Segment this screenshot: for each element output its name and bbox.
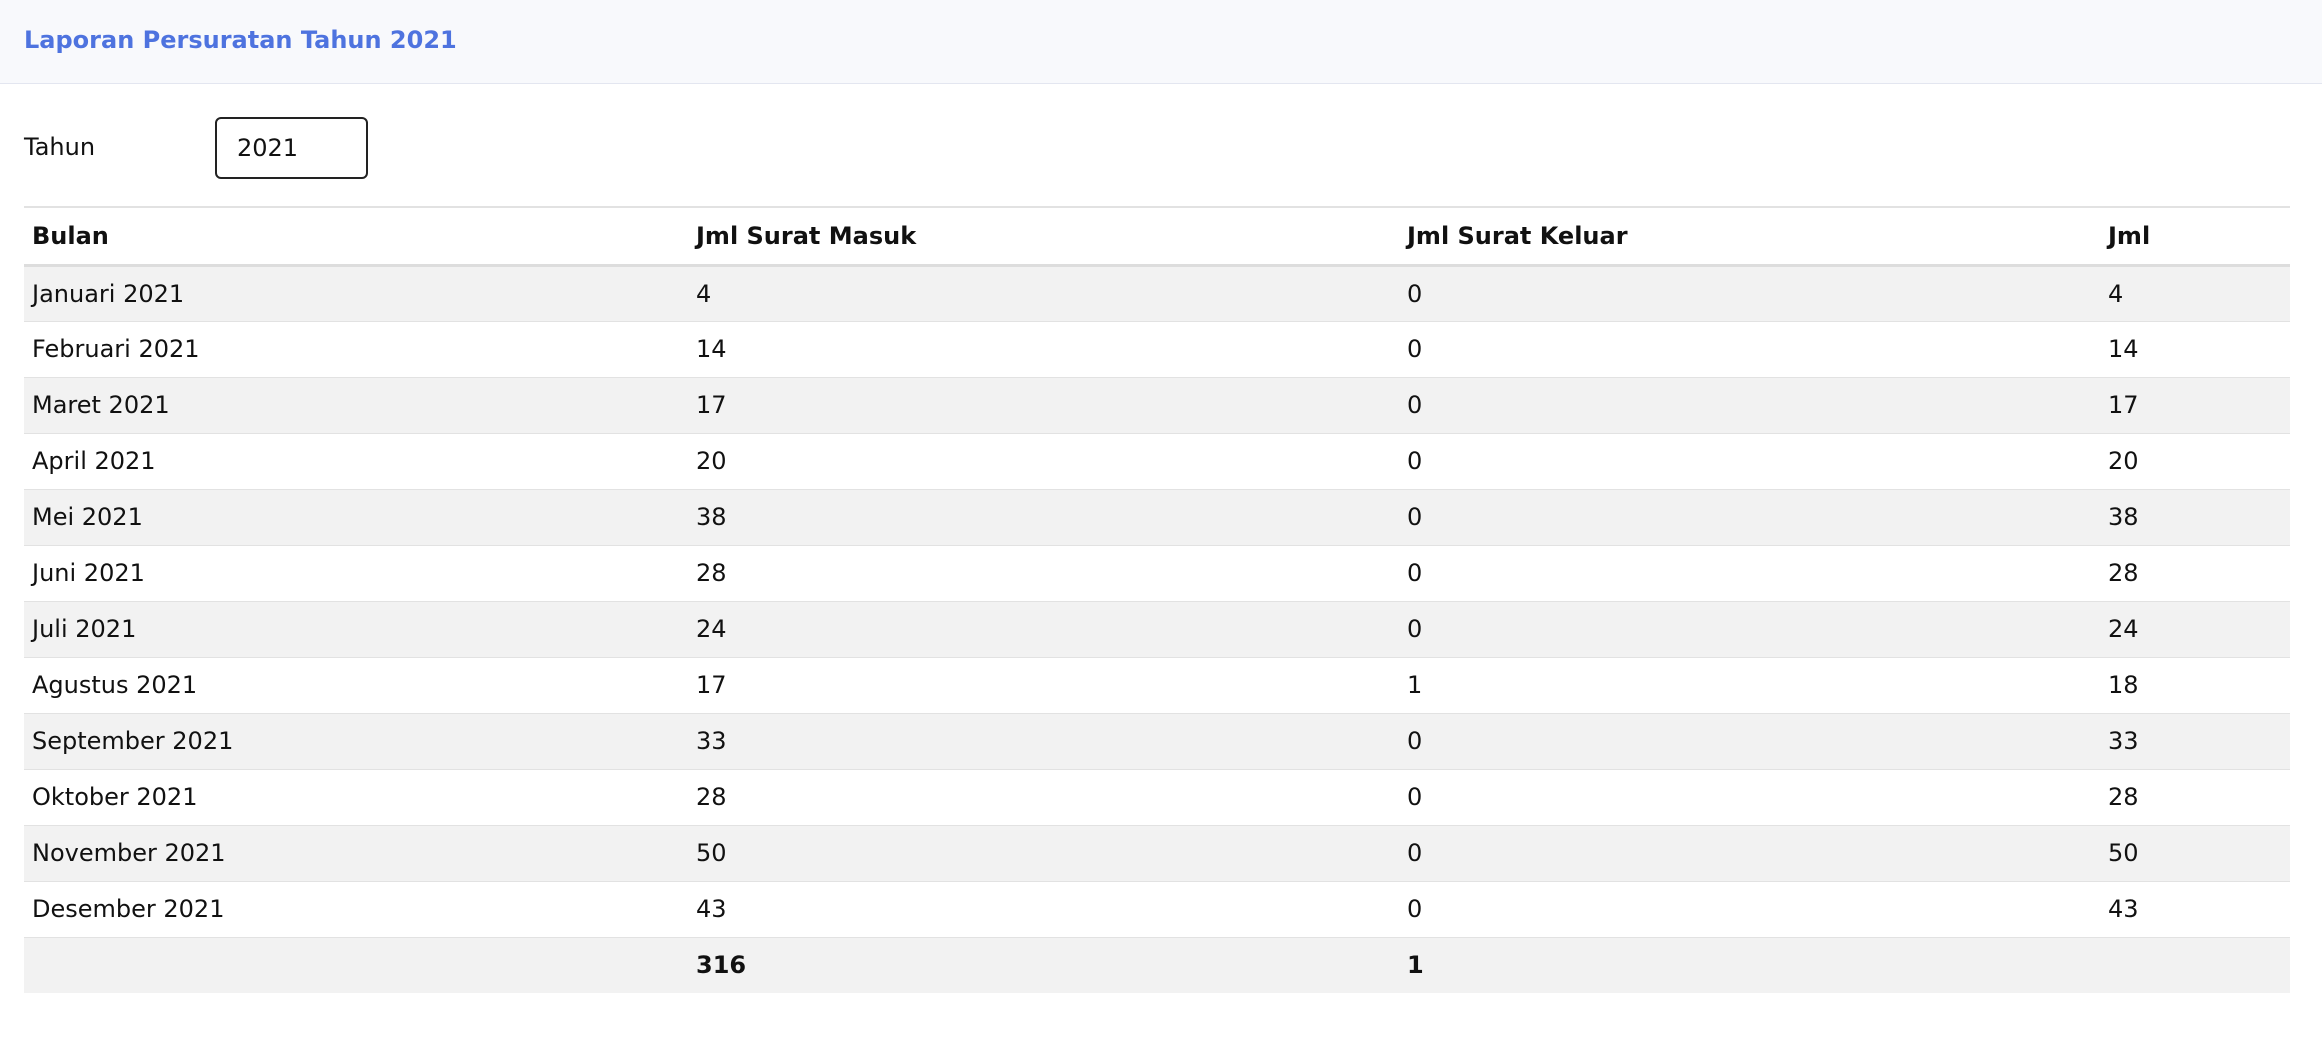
cell-total: 14: [2100, 320, 2290, 377]
cell-month: April 2021: [24, 432, 688, 489]
cell-incoming: 28: [688, 544, 1399, 601]
column-header-bulan: Bulan: [24, 206, 688, 267]
cell-outgoing: 0: [1399, 488, 2100, 545]
cell-outgoing: 0: [1399, 376, 2100, 433]
cell-outgoing: 0: [1399, 320, 2100, 377]
page-title: Laporan Persuratan Tahun 2021: [24, 26, 457, 54]
cell-incoming: 17: [688, 656, 1399, 713]
table-body: Januari 2021 4 0 4 Februari 2021 14 0 14…: [24, 264, 2290, 937]
cell-month: Maret 2021: [24, 376, 688, 433]
cell-total: 43: [2100, 880, 2290, 937]
cell-total: 50: [2100, 824, 2290, 881]
cell-outgoing: 0: [1399, 544, 2100, 601]
table-row: Juli 2021 24 0 24: [24, 600, 2290, 657]
totals-row: 316 1: [24, 936, 2290, 993]
table-row: Januari 2021 4 0 4: [24, 264, 2290, 321]
cell-outgoing: 0: [1399, 880, 2100, 937]
cell-month: Agustus 2021: [24, 656, 688, 713]
column-header-surat-keluar: Jml Surat Keluar: [1399, 206, 2100, 267]
cell-outgoing: 0: [1399, 768, 2100, 825]
cell-total: 38: [2100, 488, 2290, 545]
cell-month: Mei 2021: [24, 488, 688, 545]
table-row: Agustus 2021 17 1 18: [24, 656, 2290, 713]
cell-outgoing: 0: [1399, 432, 2100, 489]
cell-total: 17: [2100, 376, 2290, 433]
cell-month: Oktober 2021: [24, 768, 688, 825]
total-jml: [2100, 936, 2290, 993]
cell-incoming: 17: [688, 376, 1399, 433]
total-label-cell: [24, 936, 688, 993]
table-header: Bulan Jml Surat Masuk Jml Surat Keluar J…: [24, 206, 2290, 267]
table-row: Desember 2021 43 0 43: [24, 880, 2290, 937]
table-row: Oktober 2021 28 0 28: [24, 768, 2290, 825]
column-header-surat-masuk: Jml Surat Masuk: [688, 206, 1399, 267]
table-row: Juni 2021 28 0 28: [24, 544, 2290, 601]
cell-total: 20: [2100, 432, 2290, 489]
total-outgoing: 1: [1399, 936, 2100, 993]
cell-incoming: 14: [688, 320, 1399, 377]
table-row: Maret 2021 17 0 17: [24, 376, 2290, 433]
year-input[interactable]: [215, 117, 368, 179]
cell-month: Juni 2021: [24, 544, 688, 601]
year-label: Tahun: [24, 133, 96, 161]
table-row: Mei 2021 38 0 38: [24, 488, 2290, 545]
cell-month: Juli 2021: [24, 600, 688, 657]
cell-total: 24: [2100, 600, 2290, 657]
table-row: November 2021 50 0 50: [24, 824, 2290, 881]
cell-incoming: 20: [688, 432, 1399, 489]
cell-outgoing: 0: [1399, 600, 2100, 657]
table-row: Februari 2021 14 0 14: [24, 320, 2290, 377]
cell-incoming: 38: [688, 488, 1399, 545]
cell-incoming: 4: [688, 264, 1399, 321]
cell-month: Desember 2021: [24, 880, 688, 937]
cell-outgoing: 1: [1399, 656, 2100, 713]
table-footer: 316 1: [24, 936, 2290, 993]
cell-month: Februari 2021: [24, 320, 688, 377]
cell-incoming: 50: [688, 824, 1399, 881]
cell-total: 4: [2100, 264, 2290, 321]
cell-incoming: 28: [688, 768, 1399, 825]
cell-total: 33: [2100, 712, 2290, 769]
cell-incoming: 24: [688, 600, 1399, 657]
cell-total: 28: [2100, 544, 2290, 601]
cell-incoming: 33: [688, 712, 1399, 769]
header-row: Bulan Jml Surat Masuk Jml Surat Keluar J…: [24, 206, 2290, 267]
cell-month: September 2021: [24, 712, 688, 769]
cell-month: Januari 2021: [24, 264, 688, 321]
report-table: Bulan Jml Surat Masuk Jml Surat Keluar J…: [24, 206, 2290, 993]
cell-outgoing: 0: [1399, 824, 2100, 881]
year-filter: Tahun: [24, 117, 424, 179]
cell-outgoing: 0: [1399, 712, 2100, 769]
table-row: September 2021 33 0 33: [24, 712, 2290, 769]
report-table-container: Bulan Jml Surat Masuk Jml Surat Keluar J…: [24, 206, 2290, 993]
card-header: Laporan Persuratan Tahun 2021: [0, 0, 2322, 84]
cell-total: 28: [2100, 768, 2290, 825]
table-row: April 2021 20 0 20: [24, 432, 2290, 489]
total-incoming: 316: [688, 936, 1399, 993]
cell-month: November 2021: [24, 824, 688, 881]
cell-outgoing: 0: [1399, 264, 2100, 321]
column-header-jml: Jml: [2100, 206, 2290, 267]
cell-incoming: 43: [688, 880, 1399, 937]
cell-total: 18: [2100, 656, 2290, 713]
